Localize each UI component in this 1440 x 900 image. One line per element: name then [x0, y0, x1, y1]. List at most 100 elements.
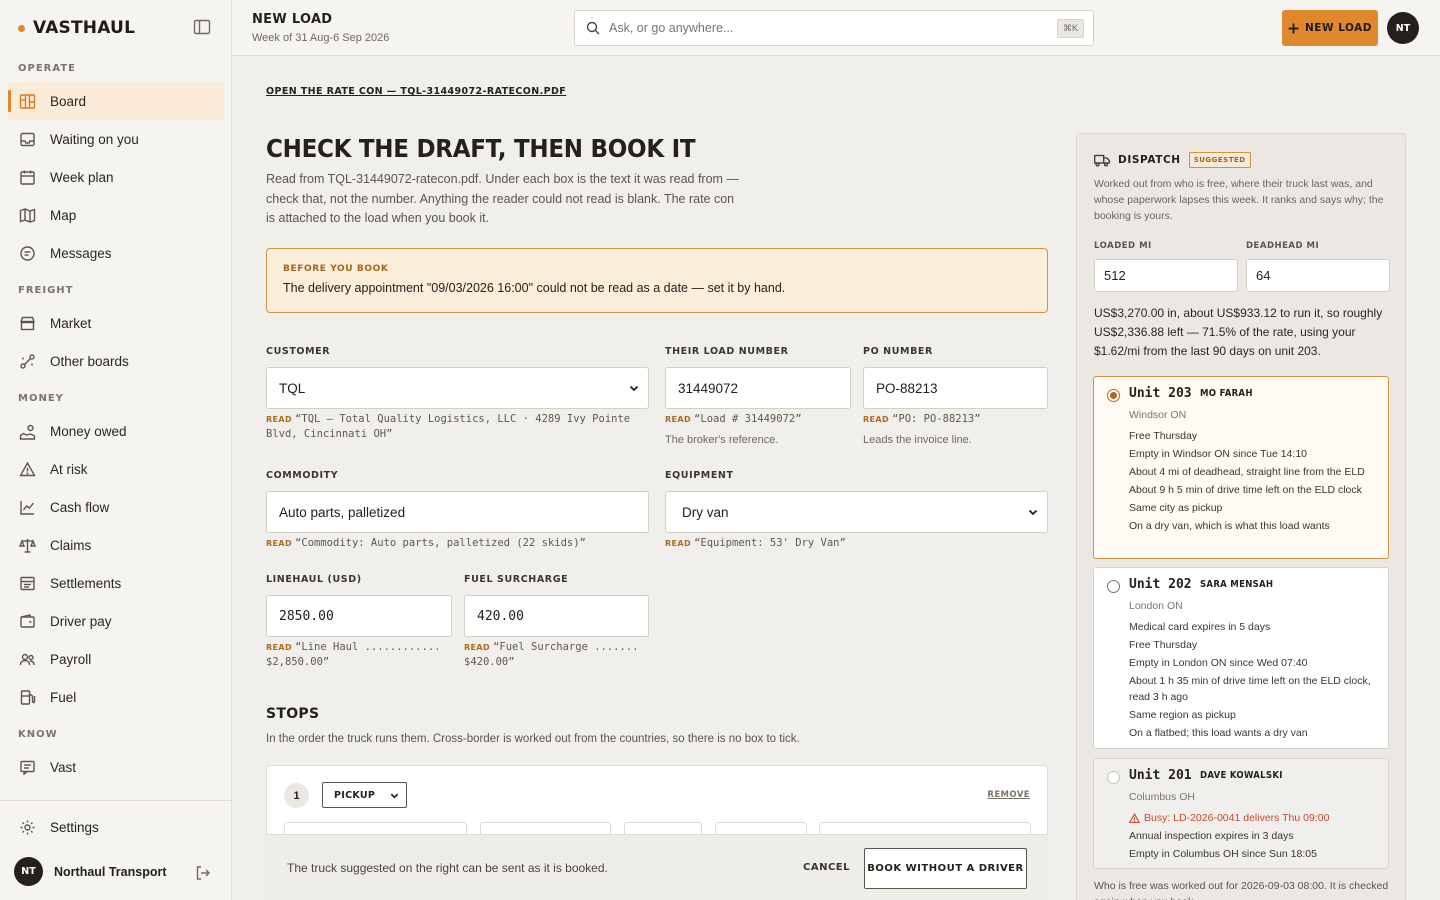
unit-radio[interactable] [1107, 389, 1120, 402]
unit-radio[interactable] [1107, 771, 1120, 784]
logout-icon[interactable] [195, 865, 211, 881]
message-icon [19, 245, 36, 262]
sidebar-item-label: Waiting on you [50, 131, 139, 147]
sidebar-item-payroll[interactable]: Payroll [8, 640, 224, 678]
sidebar-item-settlements[interactable]: Settlements [8, 564, 224, 602]
deadhead-miles-field[interactable]: 64 [1246, 259, 1390, 292]
unit-name: Unit 202 [1129, 577, 1192, 592]
sidebar-item-at-risk[interactable]: At risk [8, 450, 224, 488]
deadhead-miles-label: DEADHEAD MI [1246, 241, 1320, 251]
sidebar-item-messages[interactable]: Messages [8, 234, 224, 272]
po-number-value: PO-88213 [876, 380, 938, 396]
sidebar-item-label: Cash flow [50, 499, 110, 515]
scales-icon [19, 537, 36, 554]
user-avatar[interactable]: NT [1387, 12, 1419, 44]
unit-busy-alert: Busy: LD-2026-0041 delivers Thu 09:00 [1129, 810, 1384, 826]
sidebar-item-cash-flow[interactable]: Cash flow [8, 488, 224, 526]
unit-radio[interactable] [1107, 580, 1120, 593]
cancel-button[interactable]: CANCEL [803, 862, 850, 873]
load-number-label: THEIR LOAD NUMBER [665, 346, 789, 357]
customer-label: CUSTOMER [266, 346, 331, 357]
remove-stop-button[interactable]: REMOVE [987, 790, 1030, 800]
fuel-surcharge-field[interactable]: 420.00 [464, 595, 649, 637]
unit-option-201[interactable]: Unit 201 DAVE KOWALSKI Columbus OH Busy:… [1093, 758, 1389, 869]
book-without-driver-button[interactable]: BOOK WITHOUT A DRIVER [864, 848, 1027, 889]
calendar-icon [19, 169, 36, 186]
top-header: NEW LOAD Week of 31 Aug-6 Sep 2026 ⌘K NE… [232, 0, 1440, 56]
vast-icon [19, 759, 36, 776]
unit-option-203[interactable]: Unit 203 MO FARAH Windsor ON Free Thursd… [1093, 376, 1389, 559]
unit-reason: Annual inspection expires in 3 days [1129, 830, 1294, 842]
fuel-surcharge-value: 420.00 [477, 608, 524, 624]
sidebar: VASTHAUL OPERATE Board Waiting on you We… [0, 0, 232, 900]
money-owed-icon [19, 423, 36, 440]
map-icon [19, 207, 36, 224]
loaded-miles-value: 512 [1104, 268, 1126, 283]
unit-reasons: Free Thursday Empty in Windsor ON since … [1129, 428, 1384, 536]
load-number-read-source: READ “Load # 31449072” [665, 412, 865, 427]
sidebar-item-fuel[interactable]: Fuel [8, 678, 224, 716]
org-switcher[interactable]: NT Northaul Transport [14, 857, 167, 886]
new-load-button[interactable]: NEW LOAD [1282, 10, 1378, 46]
sidebar-item-waiting-on-you[interactable]: Waiting on you [8, 120, 224, 158]
sidebar-item-vast[interactable]: Vast [8, 748, 224, 786]
global-search[interactable]: ⌘K [574, 10, 1094, 46]
dispatch-description: Worked out from who is free, where their… [1094, 178, 1384, 222]
equipment-read-source: READ “Equipment: 53' Dry Van” [665, 536, 1050, 551]
unit-busy-text: Busy: LD-2026-0041 delivers Thu 09:00 [1144, 812, 1330, 824]
sidebar-item-claims[interactable]: Claims [8, 526, 224, 564]
brand-logo[interactable]: VASTHAUL [18, 18, 135, 38]
sidebar-item-label: Market [50, 315, 92, 331]
sidebar-item-label: Messages [50, 245, 112, 261]
read-tag: READ [665, 539, 692, 548]
unit-reason: Free Thursday [1129, 430, 1198, 442]
settlements-icon [19, 575, 36, 592]
unit-reason: Empty in Columbus OH since Sun 18:05 [1129, 848, 1317, 860]
nav-section-freight: FREIGHT [18, 285, 74, 296]
chevron-down-icon [389, 790, 400, 801]
sidebar-item-label: Settlements [50, 575, 122, 591]
stops-subtitle: In the order the truck runs them. Cross-… [266, 733, 800, 745]
inbox-icon [19, 131, 36, 148]
sidebar-item-driver-pay[interactable]: Driver pay [8, 602, 224, 640]
sidebar-item-week-plan[interactable]: Week plan [8, 158, 224, 196]
rate-con-link[interactable]: OPEN THE RATE CON — TQL-31449072-RATECON… [266, 86, 566, 97]
sidebar-item-other-boards[interactable]: Other boards [8, 342, 224, 380]
loaded-miles-field[interactable]: 512 [1094, 259, 1238, 292]
sidebar-item-label: Vast [50, 759, 77, 775]
linehaul-label: LINEHAUL (USD) [266, 574, 362, 585]
equipment-label: EQUIPMENT [665, 470, 734, 481]
warning-icon [19, 461, 36, 478]
sidebar-item-label: Board [50, 93, 87, 109]
commodity-field[interactable]: Auto parts, palletized [266, 491, 649, 533]
read-tag: READ [464, 643, 491, 652]
sidebar-collapse-icon[interactable] [193, 19, 213, 37]
unit-option-202[interactable]: Unit 202 SARA MENSAH London ON Medical c… [1093, 567, 1389, 749]
unit-reason: On a dry van, which is what this load wa… [1129, 520, 1330, 532]
nav-section-know: KNOW [18, 729, 58, 740]
linehaul-field[interactable]: 2850.00 [266, 595, 452, 637]
page-intro: Read from TQL-31449072-ratecon.pdf. Unde… [266, 172, 739, 225]
read-tag: READ [266, 643, 293, 652]
nav-section-money: MONEY [18, 393, 64, 404]
footer-message: The truck suggested on the right can be … [287, 861, 608, 875]
search-input[interactable] [609, 21, 1029, 35]
nav-section-operate: OPERATE [18, 63, 76, 74]
new-load-label: NEW LOAD [1305, 22, 1372, 34]
payroll-icon [19, 651, 36, 668]
sidebar-item-label: Map [50, 207, 77, 223]
sidebar-item-money-owed[interactable]: Money owed [8, 412, 224, 450]
sidebar-item-settings[interactable]: Settings [19, 819, 99, 836]
load-number-field[interactable]: 31449072 [665, 367, 851, 409]
equipment-value: Dry van [682, 504, 729, 520]
sidebar-item-board[interactable]: Board [8, 82, 224, 120]
stop-type-select[interactable]: PICKUP [322, 782, 407, 808]
sidebar-item-map[interactable]: Map [8, 196, 224, 234]
sidebar-item-market[interactable]: Market [8, 304, 224, 342]
read-tag: READ [665, 415, 692, 424]
equipment-read-text: “Equipment: 53' Dry Van” [694, 537, 846, 549]
po-number-field[interactable]: PO-88213 [863, 367, 1048, 409]
profit-summary: US$3,270.00 in, about US$933.12 to run i… [1094, 306, 1383, 358]
customer-select[interactable]: TQL [266, 367, 649, 409]
equipment-select[interactable]: Dry van [665, 491, 1048, 533]
